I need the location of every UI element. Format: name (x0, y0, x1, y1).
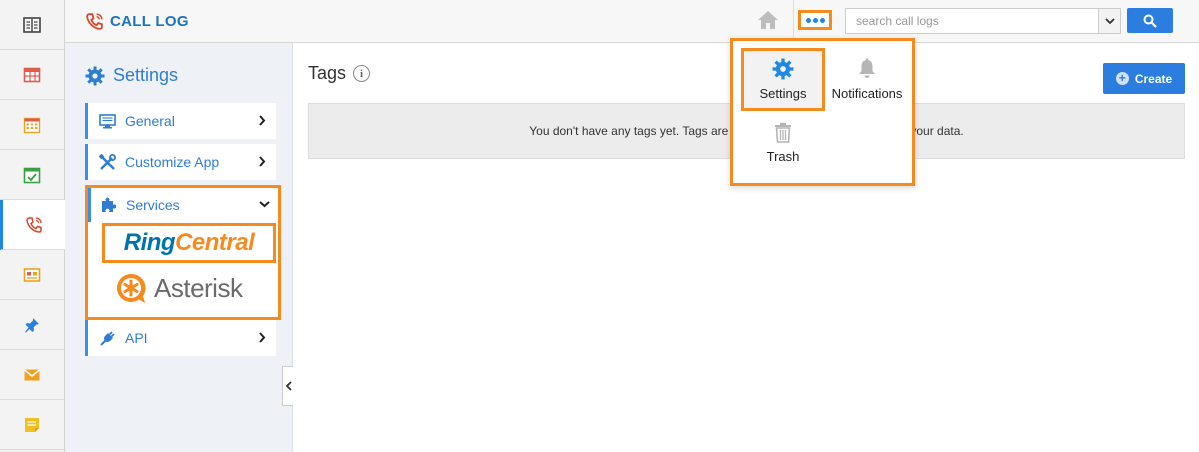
app-title-text: CALL LOG (110, 13, 189, 30)
ringcentral-logo-ring: Ring (123, 229, 176, 256)
phone-icon (86, 13, 103, 30)
create-button-label: Create (1134, 71, 1173, 86)
note-icon (25, 417, 39, 432)
asterisk-logo-text: Asterisk (154, 272, 243, 303)
bell-icon (859, 58, 875, 78)
search-button[interactable] (1127, 8, 1173, 33)
app-rail (0, 0, 65, 452)
create-button[interactable]: + Create (1103, 63, 1185, 94)
plug-icon (98, 329, 116, 347)
rail-item-calendar[interactable] (0, 100, 64, 150)
rail-item-notes[interactable] (0, 400, 64, 450)
home-button[interactable] (757, 10, 779, 33)
ringcentral-service[interactable]: RingCentral (102, 223, 276, 263)
settings-nav-api[interactable]: API (85, 320, 276, 356)
top-header: CALL LOG (65, 0, 1199, 43)
settings-nav-customize[interactable]: Customize App (85, 144, 276, 180)
photo-board-icon (23, 267, 41, 282)
chevron-left-icon (285, 381, 292, 391)
mail-icon (24, 368, 40, 380)
empty-message-right: your data. (910, 124, 964, 138)
settings-panel: Settings General Customize App Services … (65, 43, 293, 452)
menu-item-settings[interactable]: Settings (741, 48, 825, 111)
info-icon[interactable]: i (353, 65, 371, 82)
asterisk-logo-icon (117, 273, 146, 303)
rail-item-call-log[interactable] (0, 200, 65, 250)
settings-heading: Settings (85, 65, 178, 86)
asterisk-service[interactable]: Asterisk (114, 272, 243, 304)
menu-item-settings-label: Settings (759, 86, 807, 101)
phone-icon (26, 216, 42, 233)
menu-item-trash[interactable]: Trash (741, 115, 825, 171)
settings-title-text: Settings (113, 65, 179, 85)
rail-item-pins[interactable] (0, 300, 64, 350)
menu-item-notifications[interactable]: Notifications (825, 50, 909, 108)
page-title: Tags i (308, 63, 371, 84)
more-dot-icon (812, 17, 818, 23)
trash-icon (775, 122, 791, 143)
ringcentral-logo: RingCentral (124, 229, 255, 257)
empty-message-left: You don't have any tags yet. Tags are a (529, 124, 739, 138)
dashboard-icon (23, 16, 41, 33)
search-filter-dropdown[interactable] (1098, 9, 1120, 33)
calendar-grid-icon (23, 117, 41, 133)
rail-item-dashboard[interactable] (0, 0, 64, 50)
monitor-icon (98, 112, 116, 130)
plus-icon: + (1115, 72, 1129, 85)
settings-nav-general-label: General (125, 113, 175, 129)
tools-icon (98, 153, 116, 171)
ringcentral-logo-central: Central (175, 229, 255, 256)
calendar-check-icon (23, 167, 41, 183)
rail-item-tasks[interactable] (0, 150, 64, 200)
header-divider (793, 0, 794, 43)
puzzle-icon (99, 196, 117, 214)
more-menu-button[interactable] (798, 10, 832, 30)
rail-item-table[interactable] (0, 50, 64, 100)
chevron-right-icon (259, 332, 266, 343)
app-title: CALL LOG (85, 12, 189, 31)
search-input[interactable] (846, 9, 1096, 33)
rail-item-mail[interactable] (0, 350, 64, 400)
page-title-text: Tags (308, 63, 347, 83)
rail-item-board[interactable] (0, 250, 64, 300)
chevron-right-icon (259, 115, 266, 126)
menu-item-notifications-label: Notifications (831, 85, 903, 101)
more-dot-icon (819, 17, 825, 23)
chevron-down-icon (259, 201, 270, 208)
settings-nav-services[interactable]: Services (88, 188, 278, 222)
home-icon (758, 11, 778, 29)
gear-icon (772, 58, 794, 80)
more-dot-icon (805, 17, 811, 23)
pin-icon (25, 317, 39, 332)
table-icon (23, 67, 41, 82)
app-root: CALL LOG Settings General (0, 0, 1199, 452)
settings-nav-api-label: API (125, 330, 148, 346)
gear-icon (85, 66, 105, 85)
chevron-right-icon (259, 156, 266, 167)
settings-nav-general[interactable]: General (85, 103, 276, 139)
search-box (845, 8, 1121, 34)
more-dropdown-menu: Settings Notifications Trash (730, 38, 915, 186)
chevron-down-icon (1104, 18, 1115, 25)
search-icon (1143, 14, 1157, 28)
services-section: Services RingCentral Asterisk (85, 185, 281, 320)
settings-nav-customize-label: Customize App (125, 154, 220, 170)
menu-item-trash-label: Trash (766, 149, 800, 164)
settings-nav-services-label: Services (126, 197, 180, 213)
